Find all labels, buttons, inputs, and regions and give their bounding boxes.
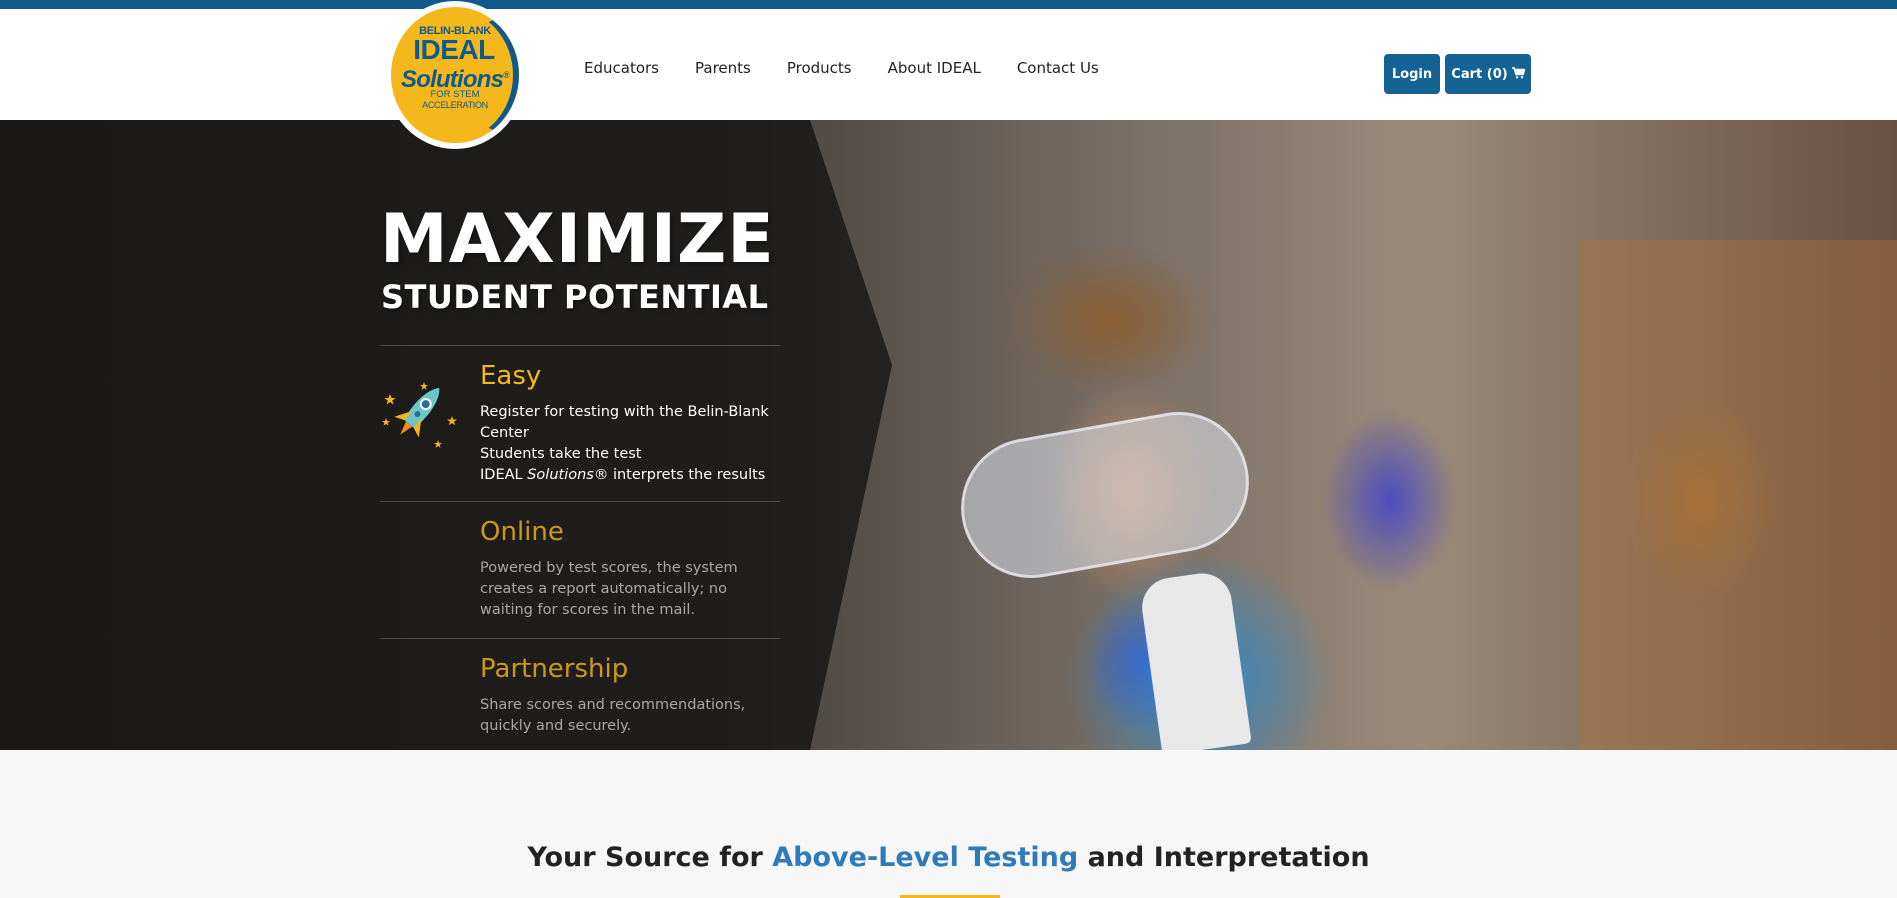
top-accent-bar bbox=[0, 0, 1897, 9]
nav-contact-us[interactable]: Contact Us bbox=[1017, 59, 1099, 77]
feature-easy: Easy Register for testing with the Belin… bbox=[380, 345, 780, 501]
cart-button[interactable]: Cart (0) bbox=[1445, 54, 1531, 94]
feature-online: Online Powered by test scores, the syste… bbox=[380, 501, 780, 638]
logo-line-solutions: Solutions® bbox=[401, 66, 510, 93]
feature-easy-line-3: IDEAL Solutions® interprets the results bbox=[480, 467, 766, 483]
feature-online-body: Powered by test scores, the system creat… bbox=[480, 560, 738, 618]
feature-partnership-body: Share scores and recommendations, quickl… bbox=[480, 697, 746, 734]
ideal-solutions-logo[interactable]: BELIN-BLANK IDEAL Solutions® FOR STEM AC… bbox=[385, 1, 525, 149]
logo-line-for-stem: FOR STEM bbox=[430, 89, 480, 100]
nav-about-ideal[interactable]: About IDEAL bbox=[888, 59, 981, 77]
shopping-cart-icon bbox=[1511, 66, 1526, 82]
feature-easy-body: Register for testing with the Belin-Blan… bbox=[480, 402, 780, 486]
feature-easy-line-1: Register for testing with the Belin-Blan… bbox=[480, 404, 769, 441]
logo-line-ideal: IDEAL bbox=[413, 34, 495, 65]
feature-easy-title: Easy bbox=[480, 361, 542, 391]
feature-easy-line-2: Students take the test bbox=[480, 446, 642, 462]
hero-subtitle: STUDENT POTENTIAL bbox=[381, 278, 769, 316]
feature-online-title: Online bbox=[480, 517, 564, 547]
feature-partnership-title: Partnership bbox=[480, 654, 629, 684]
nav-educators[interactable]: Educators bbox=[584, 59, 659, 77]
nav-products[interactable]: Products bbox=[787, 59, 852, 77]
site-header: BELIN-BLANK IDEAL Solutions® FOR STEM AC… bbox=[0, 1, 1897, 149]
login-button[interactable]: Login bbox=[1384, 54, 1440, 94]
section-heading-accent: Above-Level Testing bbox=[772, 842, 1079, 873]
hero-banner: MAXIMIZE STUDENT POTENTIAL Easy Register… bbox=[0, 120, 1897, 750]
logo-line-acceleration: ACCELERATION bbox=[422, 100, 488, 110]
section-heading: Your Source for Above-Level Testing and … bbox=[527, 842, 1370, 873]
nav-parents[interactable]: Parents bbox=[695, 59, 751, 77]
hero-title: MAXIMIZE bbox=[380, 200, 775, 279]
cart-button-label: Cart (0) bbox=[1451, 66, 1508, 82]
login-button-label: Login bbox=[1391, 66, 1433, 82]
feature-partnership: Partnership Share scores and recommendat… bbox=[380, 638, 780, 750]
rocket-icon bbox=[380, 366, 460, 456]
main-nav: Educators Parents Products About IDEAL C… bbox=[584, 59, 1135, 77]
